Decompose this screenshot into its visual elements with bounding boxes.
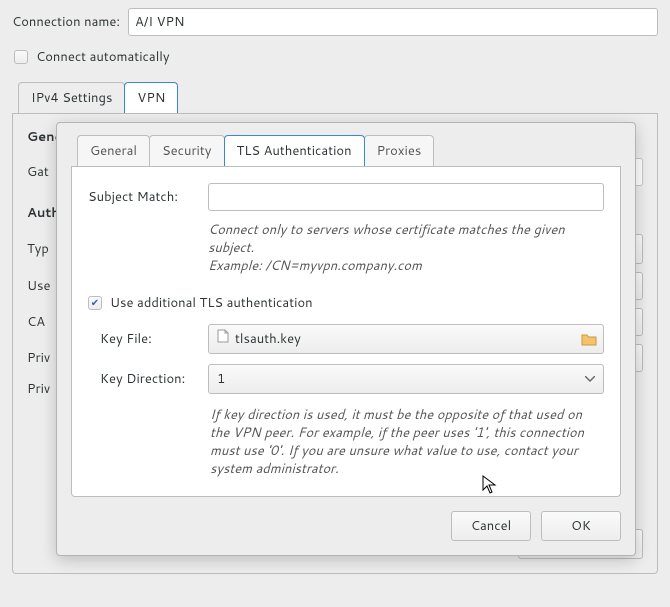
- connection-name-input[interactable]: [128, 8, 658, 36]
- auto-connect-label: Connect automatically: [36, 48, 170, 66]
- ok-button[interactable]: OK: [541, 511, 621, 541]
- bg-label-priv2: Priv: [27, 380, 51, 398]
- bg-label-user: Use: [27, 277, 51, 295]
- bg-label-gateway: Gat: [27, 163, 51, 181]
- bg-label-ca: CA: [27, 313, 51, 331]
- advanced-dialog: General Security TLS Authentication Prox…: [56, 122, 636, 556]
- key-file-label: Key File:: [88, 330, 198, 348]
- key-direction-select[interactable]: 1: [208, 364, 604, 394]
- key-file-name: tlsauth.key: [235, 330, 301, 348]
- use-tls-auth-label: Use additional TLS authentication: [110, 294, 313, 312]
- cancel-button[interactable]: Cancel: [451, 511, 531, 541]
- chevron-down-icon: [585, 376, 595, 382]
- subject-match-hint-2: Example: /CN=myvpn.company.com: [208, 257, 604, 275]
- connection-name-label: Connection name:: [12, 13, 120, 31]
- key-direction-value: 1: [217, 370, 225, 388]
- folder-icon: [581, 332, 597, 346]
- auto-connect-checkbox[interactable]: [14, 50, 28, 64]
- key-file-chooser[interactable]: tlsauth.key: [208, 324, 604, 354]
- key-direction-hint: If key direction is used, it must be the…: [210, 406, 604, 479]
- file-icon: [217, 329, 229, 348]
- subject-match-hint-1: Connect only to servers whose certificat…: [208, 221, 604, 257]
- tab-tls-authentication[interactable]: TLS Authentication: [224, 135, 365, 166]
- tab-proxies[interactable]: Proxies: [364, 135, 435, 166]
- tab-ipv4-settings[interactable]: IPv4 Settings: [18, 82, 125, 113]
- subject-match-input[interactable]: [208, 183, 604, 211]
- tab-vpn[interactable]: VPN: [124, 82, 178, 113]
- tab-security[interactable]: Security: [149, 135, 225, 166]
- bg-label-type: Typ: [27, 240, 51, 258]
- use-tls-auth-checkbox[interactable]: ✔: [88, 296, 102, 310]
- bg-label-priv1: Priv: [27, 349, 51, 367]
- key-direction-label: Key Direction:: [88, 370, 198, 388]
- subject-match-label: Subject Match:: [88, 188, 198, 206]
- tab-general[interactable]: General: [77, 135, 150, 166]
